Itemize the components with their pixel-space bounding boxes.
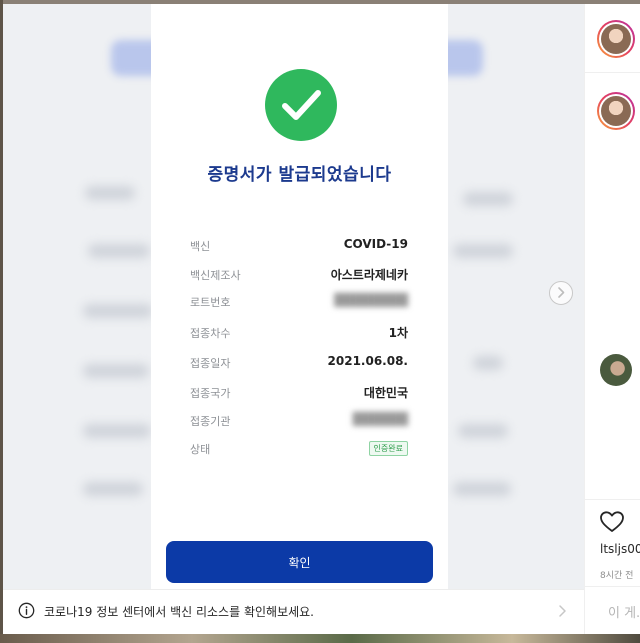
avatar-photo (601, 24, 631, 54)
info-row-institution: 접종기관 ██████ (190, 411, 408, 431)
avatar[interactable] (597, 92, 635, 130)
avatar[interactable] (597, 20, 635, 58)
row-label: 접종차수 (190, 327, 231, 340)
info-row-status: 상태 인증완료 (190, 439, 408, 459)
row-value: 아스트라제네카 (330, 268, 408, 282)
blurred-shape (463, 192, 513, 206)
blurred-shape (473, 356, 503, 370)
blurred-shape (453, 244, 513, 258)
status-badge: 인증완료 (368, 441, 408, 456)
info-row-date: 접종일자 2021.06.08. (190, 353, 408, 373)
blurred-shape (83, 424, 151, 438)
row-label: 로트번호 (190, 296, 231, 309)
info-icon (18, 602, 35, 619)
info-row-country: 접종국가 대한민국 (190, 383, 408, 403)
info-row-dose: 접종차수 1차 (190, 323, 408, 343)
info-row-vaccine: 백신 COVID-19 (190, 236, 408, 256)
avatar-photo (601, 96, 631, 126)
divider (585, 72, 640, 73)
avatar[interactable] (600, 354, 632, 386)
blurred-shape (458, 424, 508, 438)
chevron-right-icon (558, 287, 565, 298)
photo-edge (0, 0, 640, 4)
confirm-button[interactable]: 확인 (166, 541, 433, 583)
confirm-label: 확인 (288, 556, 311, 570)
redacted-value: ████████ (334, 293, 408, 307)
post-username[interactable]: ltsljs00 (600, 542, 640, 556)
divider (585, 499, 640, 500)
blurred-shape (83, 364, 149, 378)
checkmark-icon (265, 69, 337, 141)
info-banner[interactable]: 코로나19 정보 센터에서 백신 리소스를 확인해보세요. (3, 589, 584, 635)
row-value: COVID-19 (343, 237, 408, 251)
divider (585, 586, 640, 587)
blurred-shape (85, 186, 135, 200)
row-label: 상태 (190, 443, 211, 456)
info-row-lot-number: 로트번호 ████████ (190, 292, 408, 312)
certificate-screen: 증명서가 발급되었습니다 백신 COVID-19 백신제조사 아스트라제네카 로… (151, 4, 448, 589)
blurred-shape (453, 482, 511, 496)
photo-edge (0, 634, 640, 643)
page-title: 증명서가 발급되었습니다 (207, 165, 392, 185)
blurred-shape (88, 244, 150, 258)
row-value: 2021.06.08. (327, 354, 408, 368)
redacted-value: ██████ (352, 412, 408, 426)
row-label: 접종국가 (190, 387, 231, 400)
banner-text: 코로나19 정보 센터에서 백신 리소스를 확인해보세요. (44, 605, 314, 619)
next-slide-button[interactable] (549, 281, 573, 305)
post-timestamp: 8시간 전 (600, 571, 634, 581)
heart-icon[interactable] (599, 510, 625, 534)
comment-input[interactable]: 이 게... (608, 602, 640, 621)
row-label: 백신제조사 (190, 269, 241, 282)
blurred-shape (83, 482, 143, 496)
row-label: 접종기관 (190, 415, 231, 428)
info-row-manufacturer: 백신제조사 아스트라제네카 (190, 265, 408, 285)
row-label: 백신 (190, 240, 211, 253)
blurred-shape (83, 304, 153, 318)
row-value: 1차 (388, 326, 408, 340)
photo-edge (0, 0, 3, 643)
row-label: 접종일자 (190, 357, 231, 370)
chevron-right-icon (559, 605, 566, 617)
post-side-panel: ltsljs00 8시간 전 이 게... (584, 4, 640, 634)
row-value: 대한민국 (363, 386, 408, 400)
